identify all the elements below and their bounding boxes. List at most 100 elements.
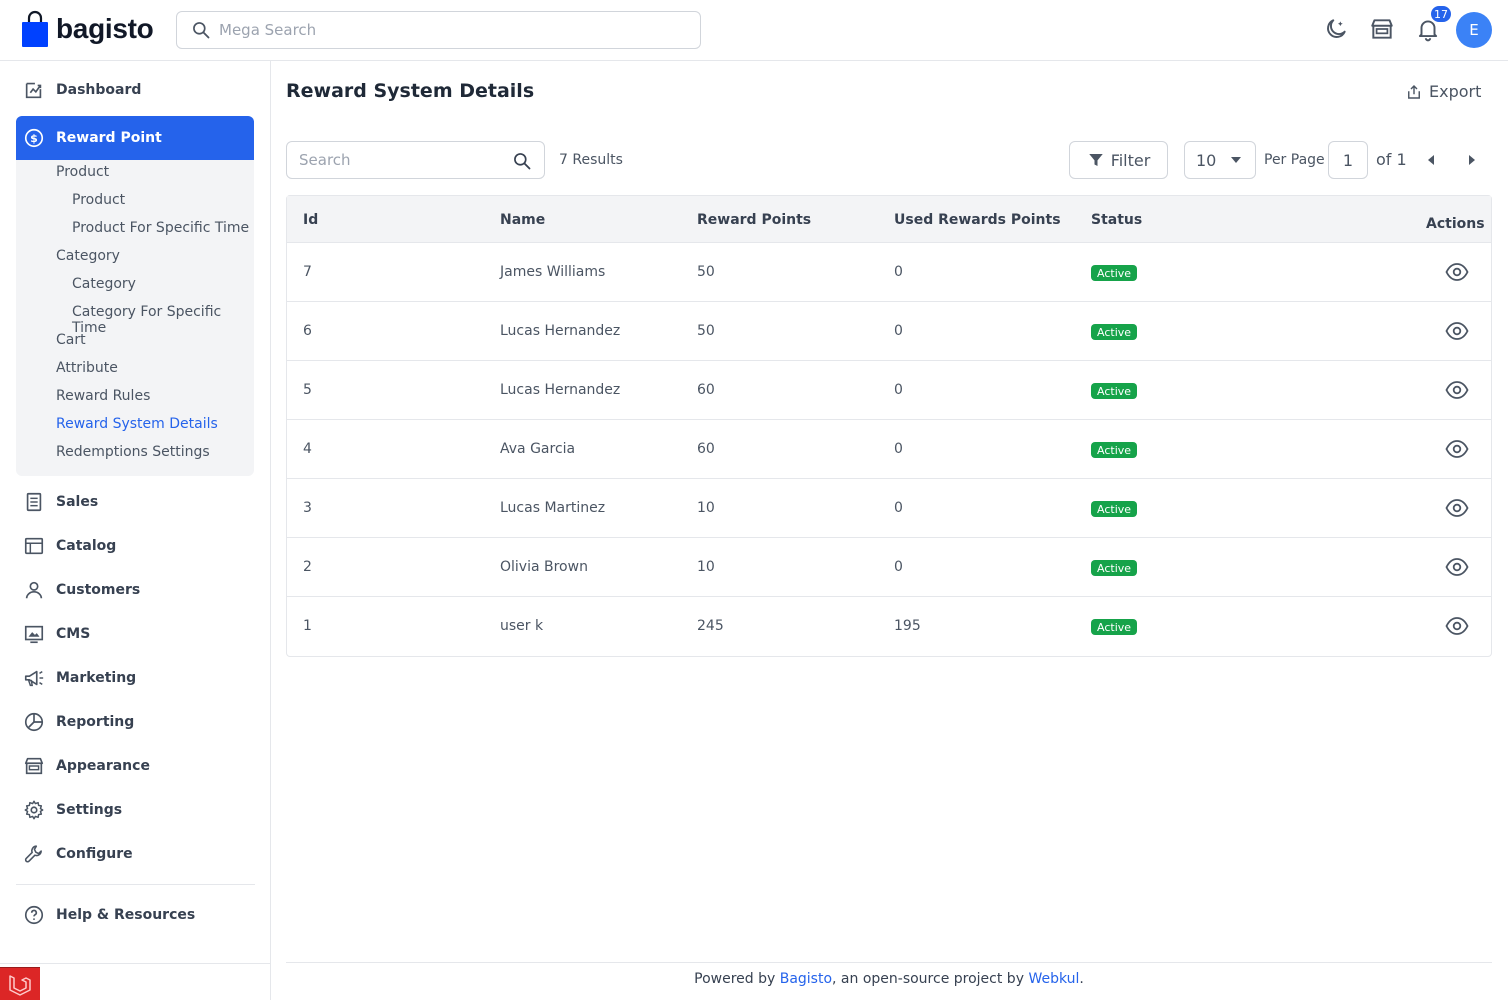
view-eye-icon[interactable] — [1445, 438, 1469, 460]
storefront-icon[interactable] — [1369, 16, 1395, 42]
avatar[interactable]: E — [1456, 12, 1492, 48]
filter-icon — [1088, 154, 1103, 166]
column-used-rewards-points[interactable]: Used Rewards Points — [894, 212, 1061, 228]
cell-name: Lucas Hernandez — [500, 323, 621, 339]
datagrid-search-input[interactable] — [299, 151, 499, 169]
column-name[interactable]: Name — [500, 212, 545, 228]
cell-reward-points: 10 — [697, 500, 715, 516]
submenu-cart[interactable]: Cart — [56, 332, 86, 348]
mega-search-box[interactable] — [176, 11, 701, 49]
laravel-debug-tab[interactable] — [0, 967, 40, 1000]
sidebar-item-dashboard[interactable]: Dashboard — [16, 68, 254, 112]
sidebar-item-label: Reward Point — [56, 130, 162, 146]
prev-page-icon[interactable] — [1424, 153, 1438, 167]
view-eye-icon[interactable] — [1445, 320, 1469, 342]
sidebar-item-settings[interactable]: Settings — [16, 788, 254, 832]
view-eye-icon[interactable] — [1445, 497, 1469, 519]
submenu-category[interactable]: Category — [56, 248, 120, 264]
table-row: 5 Lucas Hernandez 60 0 Active — [287, 361, 1491, 420]
top-header: bagisto 17 E — [0, 0, 1508, 61]
export-label: Export — [1429, 82, 1482, 101]
submenu-reward-rules[interactable]: Reward Rules — [56, 388, 150, 404]
cell-reward-points: 60 — [697, 441, 715, 457]
sidebar-item-appearance[interactable]: Appearance — [16, 744, 254, 788]
datagrid-search-box[interactable] — [286, 141, 545, 179]
logo[interactable]: bagisto — [20, 10, 154, 48]
status-badge: Active — [1091, 324, 1138, 340]
submenu-category-item[interactable]: Category — [72, 276, 136, 292]
per-page-select[interactable]: 10 — [1184, 141, 1256, 179]
submenu-attribute[interactable]: Attribute — [56, 360, 118, 376]
submenu-reward-system-details[interactable]: Reward System Details — [56, 416, 218, 432]
export-button[interactable]: Export — [1405, 82, 1481, 101]
table-row: 6 Lucas Hernandez 50 0 Active — [287, 302, 1491, 361]
sidebar-divider — [16, 884, 255, 885]
table-row: 7 James Williams 50 0 Active — [287, 243, 1491, 302]
sidebar-item-label: Reporting — [56, 714, 135, 730]
view-eye-icon[interactable] — [1445, 379, 1469, 401]
cell-id: 4 — [303, 441, 312, 457]
mega-search-input[interactable] — [219, 21, 679, 39]
cell-id: 7 — [303, 264, 312, 280]
sidebar-item-configure[interactable]: Configure — [16, 832, 254, 876]
laravel-icon — [9, 975, 31, 996]
footer-middle: , an open-source project by — [832, 971, 1029, 987]
table-row: 2 Olivia Brown 10 0 Active — [287, 538, 1491, 597]
export-icon — [1408, 84, 1420, 99]
logo-bag-icon — [22, 10, 48, 47]
sidebar-item-label: Settings — [56, 802, 123, 818]
dashboard-icon — [25, 82, 42, 99]
filter-button[interactable]: Filter — [1069, 141, 1168, 179]
customers-icon — [25, 581, 43, 599]
next-page-icon[interactable] — [1465, 153, 1479, 167]
sidebar-item-cms[interactable]: CMS — [16, 612, 254, 656]
sidebar-bottom-divider — [0, 963, 270, 964]
table-row: 3 Lucas Martinez 10 0 Active — [287, 479, 1491, 538]
sidebar-item-reward-point[interactable]: $ Reward Point — [16, 116, 254, 160]
submenu-product[interactable]: Product — [56, 164, 109, 180]
column-id[interactable]: Id — [303, 212, 318, 228]
submenu-category-specific-time[interactable]: Category For Specific Time — [72, 304, 254, 336]
view-eye-icon[interactable] — [1445, 615, 1469, 637]
sidebar-item-marketing[interactable]: Marketing — [16, 656, 254, 700]
chevron-down-icon — [1231, 157, 1241, 163]
column-status[interactable]: Status — [1091, 212, 1142, 228]
svg-text:$: $ — [30, 132, 38, 145]
page-number-input[interactable] — [1328, 141, 1368, 179]
column-reward-points[interactable]: Reward Points — [697, 212, 811, 228]
webkul-link[interactable]: Webkul — [1028, 971, 1079, 987]
sidebar-item-catalog[interactable]: Catalog — [16, 524, 254, 568]
table-row: 1 user k 245 195 Active — [287, 597, 1491, 656]
pie-chart-icon — [24, 712, 44, 732]
submenu-product-item[interactable]: Product — [72, 192, 125, 208]
cell-used-points: 0 — [894, 382, 903, 398]
status-badge: Active — [1091, 560, 1138, 576]
dark-mode-icon[interactable] — [1323, 16, 1349, 42]
sidebar-item-label: Configure — [56, 846, 133, 862]
sidebar-item-sales[interactable]: Sales — [16, 480, 254, 524]
cell-used-points: 0 — [894, 441, 903, 457]
sidebar-item-help[interactable]: Help & Resources — [16, 893, 254, 937]
view-eye-icon[interactable] — [1445, 556, 1469, 578]
help-icon — [24, 905, 44, 925]
dollar-circle-icon: $ — [24, 128, 44, 148]
sidebar-item-label: Sales — [56, 494, 99, 510]
cell-name: James Williams — [500, 264, 606, 280]
reward-point-submenu: Product Product Product For Specific Tim… — [16, 160, 254, 476]
search-icon[interactable] — [512, 151, 532, 171]
sidebar-item-reporting[interactable]: Reporting — [16, 700, 254, 744]
cell-name: Lucas Martinez — [500, 500, 606, 516]
submenu-product-specific-time[interactable]: Product For Specific Time — [72, 220, 249, 236]
submenu-redemptions-settings[interactable]: Redemptions Settings — [56, 444, 210, 460]
bagisto-link[interactable]: Bagisto — [780, 971, 832, 987]
status-badge: Active — [1091, 501, 1138, 517]
cell-reward-points: 10 — [697, 559, 715, 575]
sidebar-item-label: Help & Resources — [56, 907, 196, 923]
view-eye-icon[interactable] — [1445, 261, 1469, 283]
cell-name: Lucas Hernandez — [500, 382, 621, 398]
gear-icon — [24, 800, 44, 820]
sidebar-item-customers[interactable]: Customers — [16, 568, 254, 612]
sidebar-item-label: CMS — [56, 626, 91, 642]
sidebar-item-label: Dashboard — [56, 82, 142, 98]
sidebar-item-label: Customers — [56, 582, 141, 598]
